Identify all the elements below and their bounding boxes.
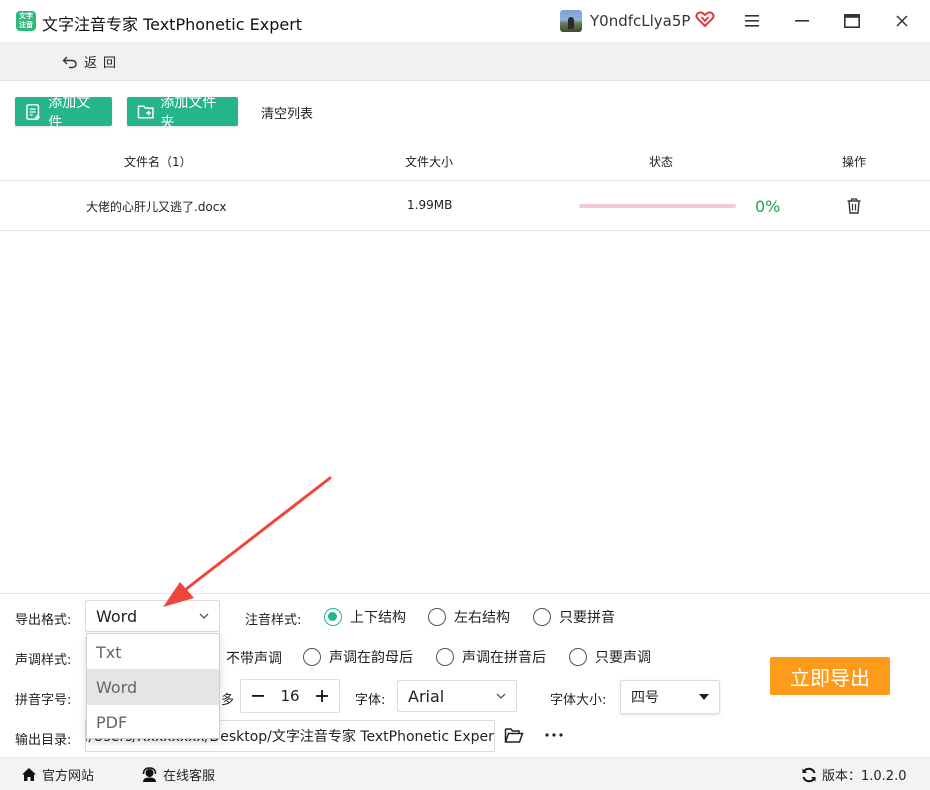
column-header-size: 文件大小 bbox=[405, 155, 454, 169]
increment-button[interactable] bbox=[313, 687, 331, 705]
maximize-icon[interactable] bbox=[839, 8, 865, 34]
radio-tone-none[interactable]: 不带声调 bbox=[226, 648, 282, 668]
font-size-label: 字体大小: bbox=[550, 693, 607, 708]
radio-tone-after-final[interactable]: 声调在韵母后 bbox=[303, 647, 413, 667]
export-format-value: Word bbox=[96, 606, 138, 626]
decrement-button[interactable] bbox=[249, 687, 267, 705]
status-bar bbox=[0, 757, 930, 790]
radio-annotation-left-right[interactable]: 左右结构 bbox=[428, 607, 510, 627]
radio-annotation-top-bottom[interactable]: 上下结构 bbox=[324, 607, 406, 627]
radio-tone-after-pinyin[interactable]: 声调在拼音后 bbox=[436, 647, 546, 667]
radio-annotation-pinyin-only[interactable]: 只要拼音 bbox=[533, 607, 615, 627]
trash-icon[interactable] bbox=[846, 197, 862, 215]
radio-circle bbox=[324, 608, 342, 626]
tone-style-label: 声调样式: bbox=[15, 653, 72, 668]
add-folder-label: 添加文件夹 bbox=[160, 94, 217, 131]
online-support-link[interactable]: 在线客服 bbox=[141, 765, 215, 784]
menu-icon[interactable] bbox=[739, 8, 765, 34]
output-dir-label: 输出目录: bbox=[15, 733, 72, 748]
back-label: 返回 bbox=[84, 56, 123, 71]
add-file-icon bbox=[26, 103, 40, 120]
back-bar bbox=[0, 42, 930, 81]
headset-icon bbox=[142, 766, 157, 782]
file-size: 1.99MB bbox=[407, 198, 453, 212]
pinyin-size-stepper[interactable]: 16 bbox=[240, 679, 340, 713]
username[interactable]: Y0ndfcLlya5P bbox=[590, 12, 690, 30]
chevron-down-icon bbox=[496, 693, 506, 699]
close-icon[interactable] bbox=[889, 8, 915, 34]
radio-label: 上下结构 bbox=[350, 610, 406, 626]
undo-arrow-icon bbox=[62, 56, 77, 68]
chevron-down-icon bbox=[199, 613, 209, 619]
dropdown-option-word[interactable]: Word bbox=[87, 669, 219, 705]
export-format-label: 导出格式: bbox=[15, 613, 72, 628]
export-format-dropdown: Txt Word PDF bbox=[86, 633, 220, 739]
add-folder-icon bbox=[137, 104, 154, 119]
vip-heart-icon[interactable] bbox=[695, 9, 715, 29]
back-button[interactable]: 返回 bbox=[62, 52, 122, 71]
minimize-icon[interactable] bbox=[789, 8, 815, 34]
folder-open-icon[interactable] bbox=[504, 727, 524, 744]
radio-circle bbox=[436, 648, 454, 666]
pinyin-size-suffix: 多 bbox=[221, 693, 235, 708]
dropdown-option-pdf[interactable]: PDF bbox=[87, 704, 219, 740]
radio-tone-only[interactable]: 只要声调 bbox=[569, 647, 651, 667]
home-icon bbox=[22, 768, 36, 781]
export-format-select[interactable]: Word bbox=[85, 600, 220, 632]
column-header-action: 操作 bbox=[842, 155, 867, 169]
app-title: 文字注音专家 TextPhonetic Expert bbox=[42, 15, 303, 34]
font-select[interactable]: Arial bbox=[397, 680, 517, 712]
refresh-icon bbox=[802, 767, 816, 782]
version-info[interactable]: 版本：1.0.2.0 bbox=[801, 765, 906, 784]
radio-label: 只要拼音 bbox=[559, 610, 615, 626]
pinyin-size-value[interactable]: 16 bbox=[280, 687, 299, 705]
font-value: Arial bbox=[408, 686, 445, 706]
version-label: 版本：1.0.2.0 bbox=[822, 769, 907, 784]
settings-divider bbox=[0, 593, 930, 594]
add-folder-button[interactable]: 添加文件夹 bbox=[127, 95, 238, 131]
add-file-button[interactable]: 添加文件 bbox=[15, 95, 112, 131]
radio-label: 只要声调 bbox=[595, 650, 651, 666]
annotation-style-label: 注音样式: bbox=[245, 613, 302, 628]
avatar[interactable] bbox=[560, 10, 582, 32]
radio-circle bbox=[428, 608, 446, 626]
dropdown-option-txt[interactable]: Txt bbox=[87, 634, 219, 670]
column-header-status: 状态 bbox=[649, 155, 674, 169]
table-row-divider bbox=[0, 230, 930, 231]
table-header-divider bbox=[0, 180, 930, 181]
caret-down-icon bbox=[699, 694, 709, 700]
font-label: 字体: bbox=[355, 693, 386, 708]
column-header-filename: 文件名（1） bbox=[124, 155, 192, 169]
font-size-value: 四号 bbox=[631, 690, 659, 706]
official-website-link[interactable]: 官方网站 bbox=[21, 765, 94, 784]
clear-list-button[interactable]: 清空列表 bbox=[261, 103, 313, 122]
radio-label: 左右结构 bbox=[454, 610, 510, 626]
official-website-label: 官方网站 bbox=[42, 769, 95, 784]
radio-circle bbox=[569, 648, 587, 666]
radio-label: 不带声调 bbox=[226, 651, 282, 667]
app-logo: 文字 注音 bbox=[16, 11, 36, 31]
font-size-select[interactable]: 四号 bbox=[620, 680, 720, 714]
radio-circle bbox=[303, 648, 321, 666]
radio-label: 声调在拼音后 bbox=[462, 650, 546, 666]
radio-label: 声调在韵母后 bbox=[329, 650, 413, 666]
pinyin-size-label: 拼音字号: bbox=[15, 693, 72, 708]
export-now-button[interactable]: 立即导出 bbox=[770, 657, 890, 695]
file-name: 大佬的心肝儿又逃了.docx bbox=[86, 200, 227, 214]
add-file-label: 添加文件 bbox=[48, 94, 91, 131]
progress-bar bbox=[579, 204, 736, 208]
radio-circle bbox=[533, 608, 551, 626]
more-options-icon[interactable] bbox=[545, 733, 563, 737]
online-support-label: 在线客服 bbox=[163, 769, 216, 784]
progress-percent: 0% bbox=[755, 197, 781, 216]
